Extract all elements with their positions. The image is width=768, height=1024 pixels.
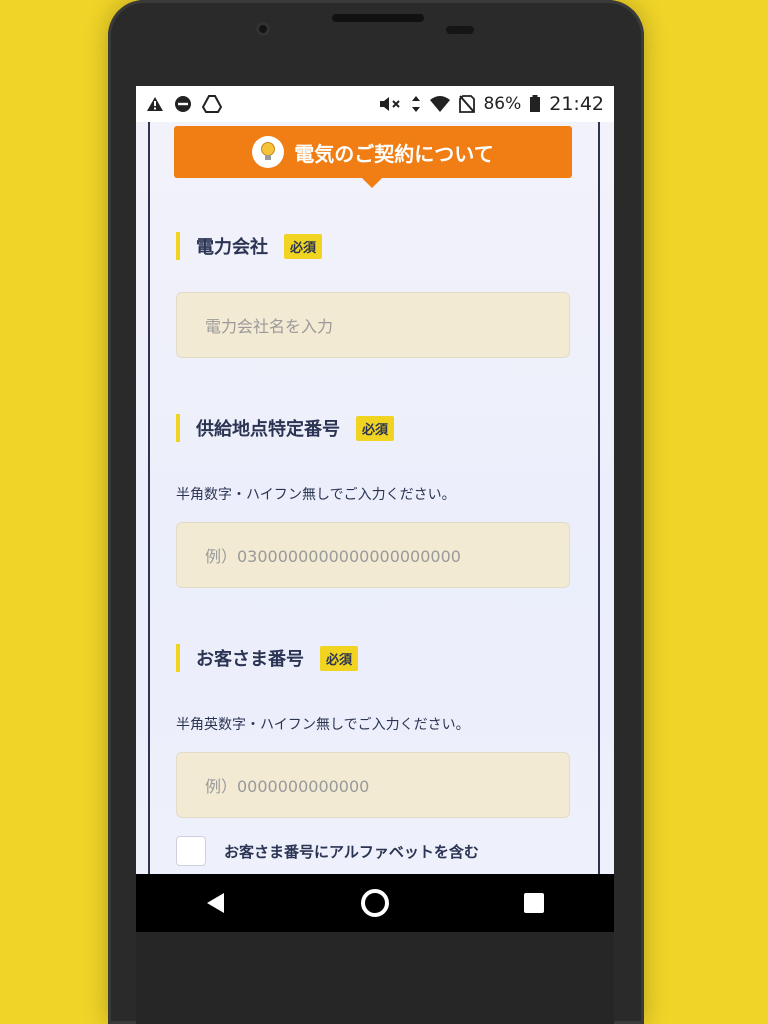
clock: 21:42 xyxy=(549,93,604,115)
recents-icon[interactable] xyxy=(504,878,564,928)
data-arrows-icon xyxy=(411,95,421,113)
supply-point-help: 半角数字・ハイフン無しでご入力ください。 xyxy=(176,487,456,503)
bottom-bezel xyxy=(136,932,614,1024)
required-badge: 必須 xyxy=(284,233,323,259)
battery-icon xyxy=(529,95,541,113)
supply-point-label-row: 供給地点特定番号 必須 xyxy=(176,414,395,442)
required-badge: 必須 xyxy=(356,415,395,441)
label-accent-bar xyxy=(176,414,180,442)
warning-icon xyxy=(146,96,164,112)
back-icon[interactable] xyxy=(186,878,246,928)
label-accent-bar xyxy=(176,644,180,672)
customer-number-label: お客さま番号 xyxy=(196,649,304,670)
alphabet-checkbox[interactable] xyxy=(176,836,206,866)
front-camera xyxy=(256,22,270,36)
power-company-input[interactable]: 電力会社名を入力 xyxy=(176,292,570,358)
earpiece-speaker xyxy=(332,14,424,22)
power-company-label: 電力会社 xyxy=(196,237,268,258)
do-not-disturb-icon xyxy=(174,95,192,113)
customer-number-input[interactable]: 例）0000000000000 xyxy=(176,752,570,818)
customer-number-help: 半角英数字・ハイフン無しでご入力ください。 xyxy=(176,717,470,733)
label-accent-bar xyxy=(176,232,180,260)
alphabet-checkbox-label[interactable]: お客さま番号にアルファベットを含む xyxy=(224,841,479,862)
supply-point-label: 供給地点特定番号 xyxy=(196,419,340,440)
battery-percent: 86% xyxy=(483,94,522,114)
proximity-sensor xyxy=(446,26,474,34)
left-frame-line xyxy=(148,122,150,874)
status-bar: 86% 21:42 xyxy=(136,86,614,122)
wifi-icon xyxy=(429,95,451,113)
no-sim-icon xyxy=(459,95,476,113)
mute-icon xyxy=(379,95,403,113)
phone-screen: 86% 21:42 電気のご契約について 電力会社 必須 電力会社名を入力 供給… xyxy=(136,86,614,932)
section-title: 電気のご契約について xyxy=(294,141,494,166)
home-icon[interactable] xyxy=(345,878,405,928)
section-header-banner: 電気のご契約について xyxy=(174,126,572,188)
supply-point-input[interactable]: 例）0300000000000000000000 xyxy=(176,522,570,588)
right-frame-line xyxy=(598,122,600,874)
customer-number-label-row: お客さま番号 必須 xyxy=(176,644,359,672)
lightbulb-icon xyxy=(252,136,285,168)
navigation-bar xyxy=(136,874,614,932)
form-content: 電気のご契約について 電力会社 必須 電力会社名を入力 供給地点特定番号 必須 … xyxy=(136,122,614,874)
power-company-label-row: 電力会社 必須 xyxy=(176,232,323,260)
drive-icon xyxy=(202,95,222,113)
required-badge: 必須 xyxy=(320,645,359,671)
alphabet-checkbox-row[interactable]: お客さま番号にアルファベットを含む xyxy=(176,836,479,866)
